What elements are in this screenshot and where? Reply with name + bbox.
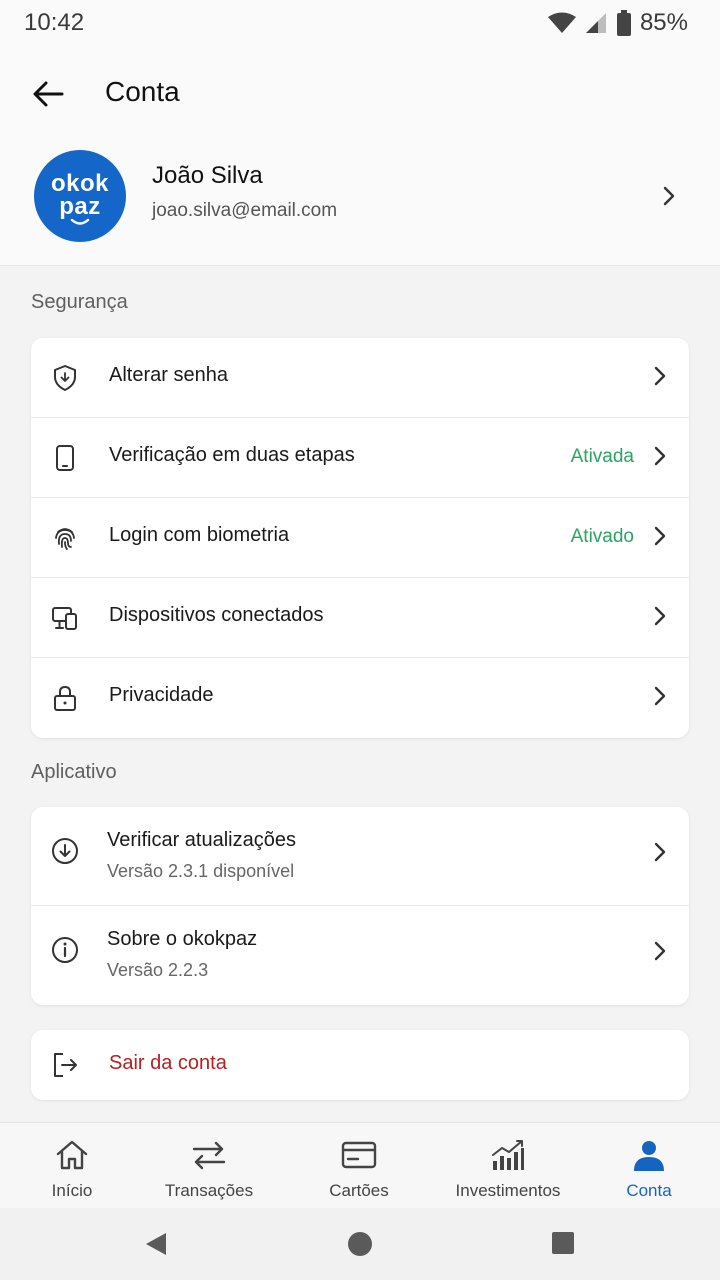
card-icon	[341, 1141, 377, 1169]
list-item-label: Privacidade	[109, 684, 214, 706]
app-card: Verificar atualizações Versão 2.3.1 disp…	[31, 807, 689, 1005]
logout-label: Sair da conta	[109, 1052, 227, 1074]
section-label-app: Aplicativo	[31, 761, 117, 783]
status-badge: Ativado	[570, 526, 634, 547]
system-back-icon[interactable]	[144, 1232, 168, 1256]
chevron-right-icon	[663, 186, 675, 206]
list-item-label: Verificar atualizações	[107, 829, 296, 851]
list-item-privacy[interactable]: Privacidade	[31, 658, 689, 738]
profile-name: João Silva	[152, 162, 263, 189]
shield-icon	[54, 365, 76, 391]
fingerprint-icon	[55, 528, 75, 550]
system-home-icon[interactable]	[348, 1232, 372, 1256]
system-nav-bar	[0, 1208, 720, 1280]
list-item-label: Sobre o okokpaz	[107, 928, 258, 950]
list-item-label: Alterar senha	[109, 364, 228, 386]
devices-icon	[52, 607, 77, 630]
back-arrow-icon[interactable]	[28, 74, 68, 114]
app-bar: Conta	[0, 46, 720, 140]
system-recents-icon[interactable]	[552, 1232, 574, 1254]
profile-header[interactable]: okok paz João Silva joao.silva@email.com	[0, 140, 720, 266]
transfer-icon	[192, 1141, 226, 1170]
avatar-logo-line2: paz	[59, 193, 101, 220]
person-icon	[634, 1141, 664, 1171]
phone-icon	[56, 445, 74, 471]
list-item-connected-devices[interactable]: Dispositivos conectados	[31, 578, 689, 658]
security-card: Alterar senha Verificação em duas etapas…	[31, 338, 689, 738]
lock-icon	[54, 685, 76, 711]
list-item-change-password[interactable]: Alterar senha	[31, 338, 689, 418]
wifi-icon	[547, 12, 576, 33]
list-item-check-updates[interactable]: Verificar atualizações Versão 2.3.1 disp…	[31, 807, 689, 906]
chevron-right-icon	[654, 526, 666, 546]
signal-icon	[585, 13, 606, 33]
info-icon	[52, 937, 78, 963]
nav-label: Cartões	[329, 1181, 389, 1200]
list-item-two-step[interactable]: Verificação em duas etapas Ativada	[31, 418, 689, 498]
list-item-label: Verificação em duas etapas	[109, 444, 355, 466]
avatar: okok paz	[34, 150, 126, 242]
profile-email: joao.silva@email.com	[152, 200, 338, 221]
battery-icon	[616, 10, 631, 36]
status-badge: Ativada	[570, 446, 634, 467]
nav-label: Início	[51, 1181, 93, 1200]
nav-label: Conta	[626, 1181, 672, 1200]
chevron-right-icon	[654, 842, 666, 862]
chevron-right-icon	[654, 606, 666, 626]
status-icons: 85%	[547, 8, 688, 38]
page-title: Conta	[105, 76, 180, 107]
chevron-right-icon	[654, 366, 666, 386]
status-bar: 10:42 85%	[0, 0, 720, 46]
nav-item-account[interactable]: Conta	[577, 1123, 720, 1209]
chevron-right-icon	[654, 686, 666, 706]
nav-item-home[interactable]: Início	[0, 1123, 144, 1209]
section-label-security: Segurança	[31, 291, 128, 313]
list-item-subtitle: Versão 2.2.3	[107, 960, 209, 980]
nav-label: Investimentos	[455, 1181, 561, 1200]
logout-icon	[54, 1053, 77, 1077]
logout-button[interactable]: Sair da conta	[31, 1030, 689, 1100]
list-item-subtitle: Versão 2.3.1 disponível	[107, 861, 295, 881]
list-item-label: Login com biometria	[109, 524, 290, 546]
battery-percent: 85%	[639, 9, 688, 36]
smile-icon	[70, 218, 90, 225]
chevron-right-icon	[654, 446, 666, 466]
chart-icon	[492, 1140, 524, 1170]
chevron-right-icon	[654, 941, 666, 961]
nav-label: Transações	[164, 1181, 254, 1200]
home-icon	[56, 1140, 88, 1170]
bottom-nav: Início Transações Cartões Investimentos	[0, 1122, 720, 1208]
list-item-label: Dispositivos conectados	[109, 604, 324, 626]
download-icon	[52, 838, 78, 864]
list-item-about[interactable]: Sobre o okokpaz Versão 2.2.3	[31, 906, 689, 1005]
nav-item-investments[interactable]: Investimentos	[436, 1123, 580, 1209]
status-time: 10:42	[24, 9, 85, 36]
list-item-biometric-login[interactable]: Login com biometria Ativado	[31, 498, 689, 578]
nav-item-transactions[interactable]: Transações	[137, 1123, 281, 1209]
nav-item-cards[interactable]: Cartões	[287, 1123, 431, 1209]
